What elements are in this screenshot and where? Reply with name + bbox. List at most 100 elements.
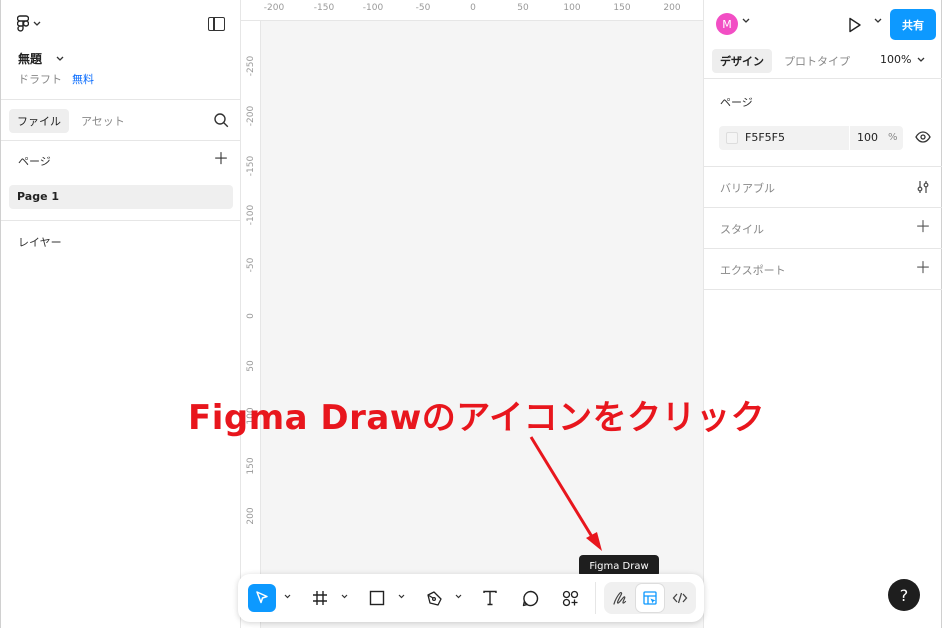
divider [849,126,850,150]
file-title[interactable]: 無題 [18,50,64,67]
ruler-tick: 200 [663,3,681,13]
dev-mode-button[interactable] [666,584,694,612]
move-icon [256,591,268,604]
figma-draw-mode-button[interactable] [606,584,634,612]
zoom-dropdown[interactable]: 100% [880,53,925,66]
shape-tool-button[interactable] [363,584,391,612]
ruler-tick: -50 [415,3,431,13]
vertical-ruler: -250 -200 -150 -100 -50 0 50 100 150 200 [241,21,261,628]
move-tool-button[interactable] [248,584,276,612]
tab-design[interactable]: デザイン [712,49,772,73]
left-panel: 無題 ドラフト 無料 ファイル アセット ページ ＋ Page 1 レイヤー [0,0,241,628]
tab-prototype[interactable]: プロトタイプ [784,53,850,69]
figma-logo-icon [17,15,29,32]
chevron-down-icon[interactable] [874,18,882,24]
styles-heading: スタイル [720,223,764,236]
ruler-tick: -200 [246,105,256,127]
plus-icon: ＋ [915,217,932,236]
play-icon[interactable] [848,17,862,33]
ruler-tick: -150 [313,3,335,13]
opacity-value[interactable]: 100 [857,131,878,144]
zoom-value: 100% [880,53,912,66]
tune-icon[interactable] [916,180,930,194]
variables-heading: バリアブル [720,182,775,195]
ruler-tick: 150 [246,457,256,475]
design-mode-button[interactable] [636,584,664,612]
ruler-tick: 200 [246,507,256,525]
plus-icon: ＋ [915,258,932,277]
chevron-down-icon [33,21,41,26]
panel-toggle-icon[interactable] [208,17,225,31]
left-tabs: ファイル アセット [1,100,240,141]
add-page-button[interactable]: ＋ [213,151,229,167]
ruler-tick: -200 [263,3,285,13]
pen-icon [426,590,442,606]
ruler-tick: 0 [470,3,476,13]
add-export-button[interactable]: ＋ [915,260,931,276]
share-button[interactable]: 共有 [890,9,936,40]
page-item[interactable]: Page 1 [9,185,233,209]
divider [704,166,942,167]
color-swatch[interactable] [726,132,738,144]
actions-button[interactable] [556,584,584,612]
avatar[interactable]: M [716,13,738,35]
chevron-down-icon[interactable] [398,594,405,599]
plan-badge: 無料 [72,73,94,86]
divider [704,289,942,290]
page-background-field[interactable]: F5F5F5 100 % [719,126,903,150]
bottom-toolbar [238,574,704,622]
divider [595,582,596,614]
mode-switcher [604,582,696,614]
text-tool-button[interactable] [476,584,504,612]
search-icon[interactable] [214,113,229,128]
draft-label[interactable]: ドラフト [18,73,62,86]
page-section-heading: ページ [720,96,753,109]
chevron-down-icon[interactable] [455,594,462,599]
canvas[interactable]: -200 -150 -100 -50 0 50 100 150 200 -250… [241,0,703,628]
eye-icon[interactable] [915,131,931,143]
frame-tool-button[interactable] [306,584,334,612]
divider [704,207,942,208]
percent-sign: % [888,132,898,143]
ruler-tick: -100 [362,3,384,13]
hex-value[interactable]: F5F5F5 [745,131,785,144]
text-icon [483,590,497,606]
draw-icon [613,591,627,605]
ruler-tick: -50 [246,257,256,273]
pen-tool-button[interactable] [420,584,448,612]
divider [704,248,942,249]
comment-icon [522,590,538,606]
frame-icon [313,591,327,605]
ruler-tick: -250 [246,55,256,77]
rectangle-icon [369,590,385,606]
file-title-text: 無題 [18,52,43,66]
actions-icon [562,590,578,606]
main-menu-button[interactable] [17,15,41,32]
divider [704,78,942,79]
plus-icon: ＋ [213,149,230,168]
file-header: 無題 ドラフト 無料 [1,0,240,100]
tab-file[interactable]: ファイル [9,109,69,133]
dev-mode-icon [672,592,688,604]
chevron-down-icon[interactable] [341,594,348,599]
horizontal-ruler: -200 -150 -100 -50 0 50 100 150 200 [241,0,703,21]
chevron-down-icon[interactable] [742,18,750,24]
annotation-text: Figma Drawのアイコンをクリック [188,398,766,438]
chevron-down-icon [56,56,64,61]
export-heading: エクスポート [720,264,786,277]
right-panel: M 共有 デザイン プロトタイプ 100% ページ F5F5F5 100 % バ… [703,0,942,628]
ruler-tick: 150 [613,3,631,13]
ruler-tick: 50 [246,360,256,372]
ruler-tick: 100 [563,3,581,13]
chevron-down-icon[interactable] [284,594,291,599]
add-style-button[interactable]: ＋ [915,219,931,235]
ruler-tick: 50 [517,3,529,13]
draft-location: ドラフト 無料 [18,71,94,87]
ruler-tick: -150 [246,155,256,177]
comment-tool-button[interactable] [516,584,544,612]
help-button[interactable]: ? [888,579,920,611]
tab-assets[interactable]: アセット [81,113,125,129]
layers-heading: レイヤー [18,236,62,249]
ruler-tick: -100 [246,204,256,226]
pages-heading: ページ [18,155,51,168]
